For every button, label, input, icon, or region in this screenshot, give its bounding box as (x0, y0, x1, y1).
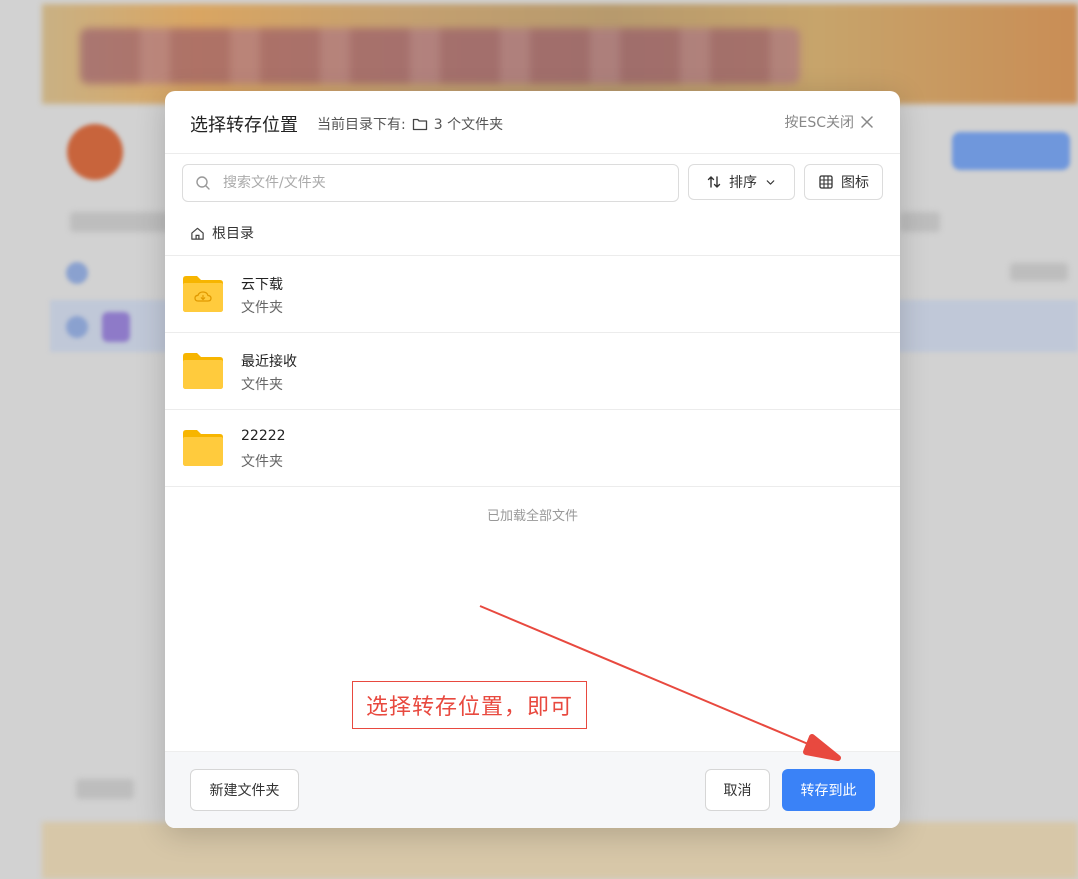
breadcrumb-root[interactable]: 根目录 (212, 223, 254, 243)
background-text (76, 779, 134, 799)
list-item[interactable]: 云下载 文件夹 (165, 256, 900, 333)
background-text (900, 212, 940, 232)
background-checkbox (66, 316, 88, 338)
folder-name: 22222 (241, 428, 286, 444)
sort-button[interactable]: 排序 (688, 164, 795, 200)
view-mode-button[interactable]: 图标 (804, 164, 883, 200)
search-icon (196, 176, 210, 190)
list-item[interactable]: 最近接收 文件夹 (165, 333, 900, 410)
background-footer (42, 822, 1078, 879)
chevron-down-icon (766, 179, 775, 185)
folder-name: 最近接收 (241, 354, 297, 370)
folder-name: 云下载 (241, 277, 283, 293)
dialog-title: 选择转存位置 (190, 115, 298, 136)
cancel-button[interactable]: 取消 (705, 769, 770, 811)
subtitle-prefix: 当前目录下有: (317, 117, 406, 133)
sort-icon (707, 176, 721, 188)
grid-icon (819, 175, 833, 189)
cloud-folder-icon (183, 276, 223, 312)
home-icon (191, 227, 204, 240)
save-here-button[interactable]: 转存到此 (782, 769, 875, 811)
close-button[interactable]: 按ESC关闭 (784, 112, 874, 132)
background-file-icon (102, 312, 130, 342)
folder-type: 文件夹 (241, 300, 283, 316)
toolbar: 排序 图标 (165, 154, 900, 210)
breadcrumb: 根目录 (165, 211, 900, 256)
sort-label: 排序 (729, 175, 757, 191)
folder-type: 文件夹 (241, 454, 283, 470)
background-button (952, 132, 1070, 170)
new-folder-button[interactable]: 新建文件夹 (190, 769, 299, 811)
close-hint-label: 按ESC关闭 (784, 115, 854, 131)
list-status: 已加载全部文件 (486, 509, 578, 524)
annotation-callout: 选择转存位置，即可 (352, 681, 587, 729)
folder-count-info: 当前目录下有: 3 个文件夹 (317, 114, 503, 134)
view-mode-label: 图标 (841, 175, 869, 191)
dialog-header: 选择转存位置 当前目录下有: 3 个文件夹 按ESC关闭 (165, 91, 900, 154)
background-avatar (67, 124, 123, 180)
close-icon (861, 116, 873, 128)
folder-type: 文件夹 (241, 377, 283, 393)
folder-count-text: 3 个文件夹 (433, 117, 504, 133)
background-text (1010, 263, 1068, 281)
dialog-footer: 新建文件夹 取消 转存到此 (165, 751, 900, 828)
search-input[interactable] (221, 174, 665, 192)
background-text (70, 212, 170, 232)
list-item[interactable]: 22222 文件夹 (165, 410, 900, 487)
background-checkbox (66, 262, 88, 284)
search-box[interactable] (182, 164, 679, 202)
folder-outline-icon (412, 118, 427, 131)
folder-list: 云下载 文件夹 最近接收 文件夹 22222 文件夹 (165, 256, 900, 487)
folder-icon (183, 353, 223, 389)
folder-icon (183, 430, 223, 466)
background-banner-art (80, 28, 800, 84)
